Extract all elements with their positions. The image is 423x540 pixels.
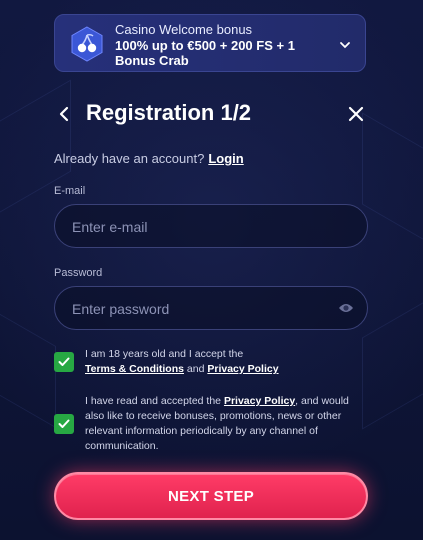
login-prompt-text: Already have an account?	[54, 151, 205, 166]
password-field-wrapper	[54, 286, 368, 331]
cherry-icon	[69, 26, 105, 62]
close-icon[interactable]	[346, 104, 366, 124]
email-field-wrapper	[54, 204, 368, 249]
terms-link[interactable]: Terms & Conditions	[85, 363, 184, 375]
chevron-down-icon[interactable]	[339, 38, 351, 50]
age-terms-checkbox[interactable]	[54, 352, 74, 372]
age-terms-and: and	[186, 363, 205, 375]
marketing-consent-statement: I have read and accepted the	[85, 395, 222, 407]
marketing-consent-checkbox[interactable]	[54, 414, 74, 434]
next-step-button[interactable]: NEXT STEP	[54, 472, 368, 520]
email-input[interactable]	[70, 205, 334, 249]
eye-icon[interactable]	[338, 301, 354, 315]
privacy-policy-link-2[interactable]: Privacy Policy	[224, 395, 295, 407]
banner-title: Casino Welcome bonus	[115, 22, 253, 37]
age-terms-text: I am 18 years old and I accept the Terms…	[85, 347, 370, 377]
welcome-bonus-banner[interactable]: Casino Welcome bonus 100% up to €500 + 2…	[54, 14, 366, 72]
marketing-consent-text: I have read and accepted the Privacy Pol…	[85, 394, 370, 454]
password-input[interactable]	[70, 287, 334, 331]
password-label: Password	[54, 267, 103, 279]
email-label: E-mail	[54, 185, 86, 197]
privacy-policy-link[interactable]: Privacy Policy	[207, 363, 278, 375]
age-terms-statement: I am 18 years old and I accept the	[85, 348, 244, 360]
page-title: Registration 1/2	[86, 100, 252, 125]
checkmark-icon	[58, 357, 70, 366]
back-arrow-icon[interactable]	[54, 104, 74, 124]
banner-text: Casino Welcome bonus 100% up to €500 + 2…	[115, 22, 325, 68]
banner-offer: 100% up to €500 + 200 FS + 1 Bonus Crab	[115, 38, 295, 68]
login-prompt: Already have an account? Login	[54, 151, 244, 166]
checkmark-icon	[58, 419, 70, 428]
registration-header: Registration 1/2	[54, 98, 366, 130]
login-link[interactable]: Login	[208, 151, 243, 166]
